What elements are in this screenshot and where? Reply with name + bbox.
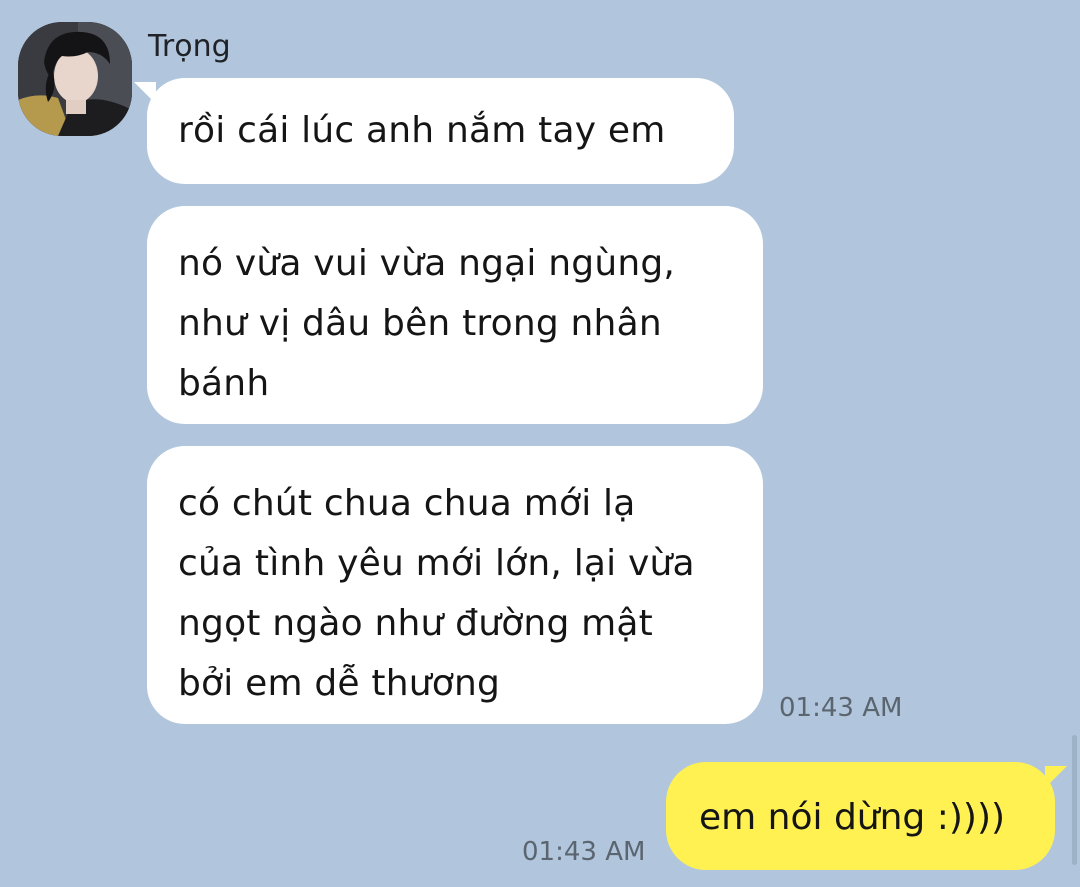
- message-text-line: rồi cái lúc anh nắm tay em: [178, 110, 666, 151]
- sender-name: Trọng: [148, 29, 231, 64]
- message-text-line: ngọt ngào như đường mật: [178, 603, 653, 644]
- message-text-line: bánh: [178, 363, 270, 404]
- message-text-line: có chút chua chua mới lạ: [178, 483, 636, 524]
- message-text: em nói dừng :)))): [699, 797, 1006, 838]
- sender-avatar[interactable]: [18, 22, 132, 136]
- scrollbar[interactable]: [1072, 735, 1077, 865]
- outgoing-message-bubble[interactable]: em nói dừng :)))): [666, 762, 1067, 870]
- message-text-line: nó vừa vui vừa ngại ngùng,: [178, 243, 676, 284]
- message-text-line: như vị dâu bên trong nhân: [178, 303, 662, 344]
- incoming-message-bubble[interactable]: nó vừa vui vừa ngại ngùng, như vị dâu bê…: [147, 206, 763, 424]
- incoming-message-bubble[interactable]: có chút chua chua mới lạ của tình yêu mớ…: [147, 446, 763, 724]
- chat-view: Trọng rồi cái lúc anh nắm tay em nó vừa …: [0, 0, 1080, 887]
- message-text-line: bởi em dễ thương: [178, 663, 501, 704]
- outgoing-message-timestamp: 01:43 AM: [522, 837, 646, 867]
- incoming-message-timestamp: 01:43 AM: [779, 693, 903, 723]
- message-text-line: của tình yêu mới lớn, lại vừa: [178, 543, 695, 584]
- incoming-message-bubble[interactable]: rồi cái lúc anh nắm tay em: [134, 78, 734, 184]
- profile-photo-icon: [18, 22, 132, 136]
